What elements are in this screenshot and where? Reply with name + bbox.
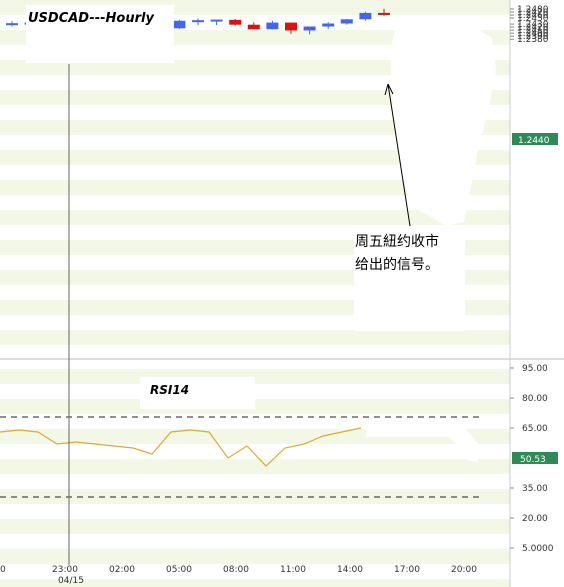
time-tick-label: 23:00 [52, 565, 78, 575]
candle-body [303, 26, 316, 31]
time-tick-label: 02:00 [109, 565, 135, 575]
rsi-tick-label: 80.00 [522, 394, 548, 404]
rsi-tick-label: 65.00 [522, 424, 548, 434]
chart-title: USDCAD---Hourly [28, 11, 154, 26]
candle-body [322, 23, 335, 27]
date-label: 04/15 [58, 576, 84, 586]
candle-body [359, 12, 372, 20]
annotation-line-2: 给出的信号。 [355, 257, 439, 273]
time-tick-label: 11:00 [280, 565, 306, 575]
candle-body [173, 20, 186, 29]
candle-body [285, 22, 297, 31]
rsi-whiteout [366, 428, 480, 462]
last-price-label: 1.2440 [518, 136, 550, 146]
candle-body [210, 19, 223, 22]
candle-body [247, 24, 260, 30]
rsi-tick-label: 20.00 [522, 514, 548, 524]
rsi-tick-label: 95.00 [522, 364, 548, 374]
rsi-title: RSI14 [150, 383, 189, 397]
annotation-line-1: 周五紐约收市 [355, 233, 439, 250]
chart-svg: 1.24801.24701.24601.24501.24301.24201.24… [0, 0, 564, 587]
candle-body [340, 19, 353, 24]
time-tick-label: 20:00 [451, 565, 477, 575]
time-tick-label: 08:00 [223, 565, 249, 575]
rsi-band [0, 549, 510, 564]
rsi-band [0, 519, 510, 534]
candle-body [266, 22, 279, 30]
candle-body [6, 23, 18, 26]
rsi-tick-label: 5.0000 [522, 544, 554, 554]
time-tick-label: 0 [0, 565, 6, 575]
price-band [0, 330, 510, 345]
price-tick-label: 1.2380 [517, 35, 549, 45]
time-tick-label: 17:00 [394, 565, 420, 575]
time-tick-label: 14:00 [337, 565, 363, 575]
rsi-band [0, 459, 510, 474]
time-tick-label: 05:00 [166, 565, 192, 575]
rsi-tick-label: 35.00 [522, 484, 548, 494]
last-rsi-label: 50.53 [520, 455, 546, 465]
candle-body [378, 12, 390, 15]
candle-body [229, 19, 242, 25]
candle-body [192, 20, 204, 23]
